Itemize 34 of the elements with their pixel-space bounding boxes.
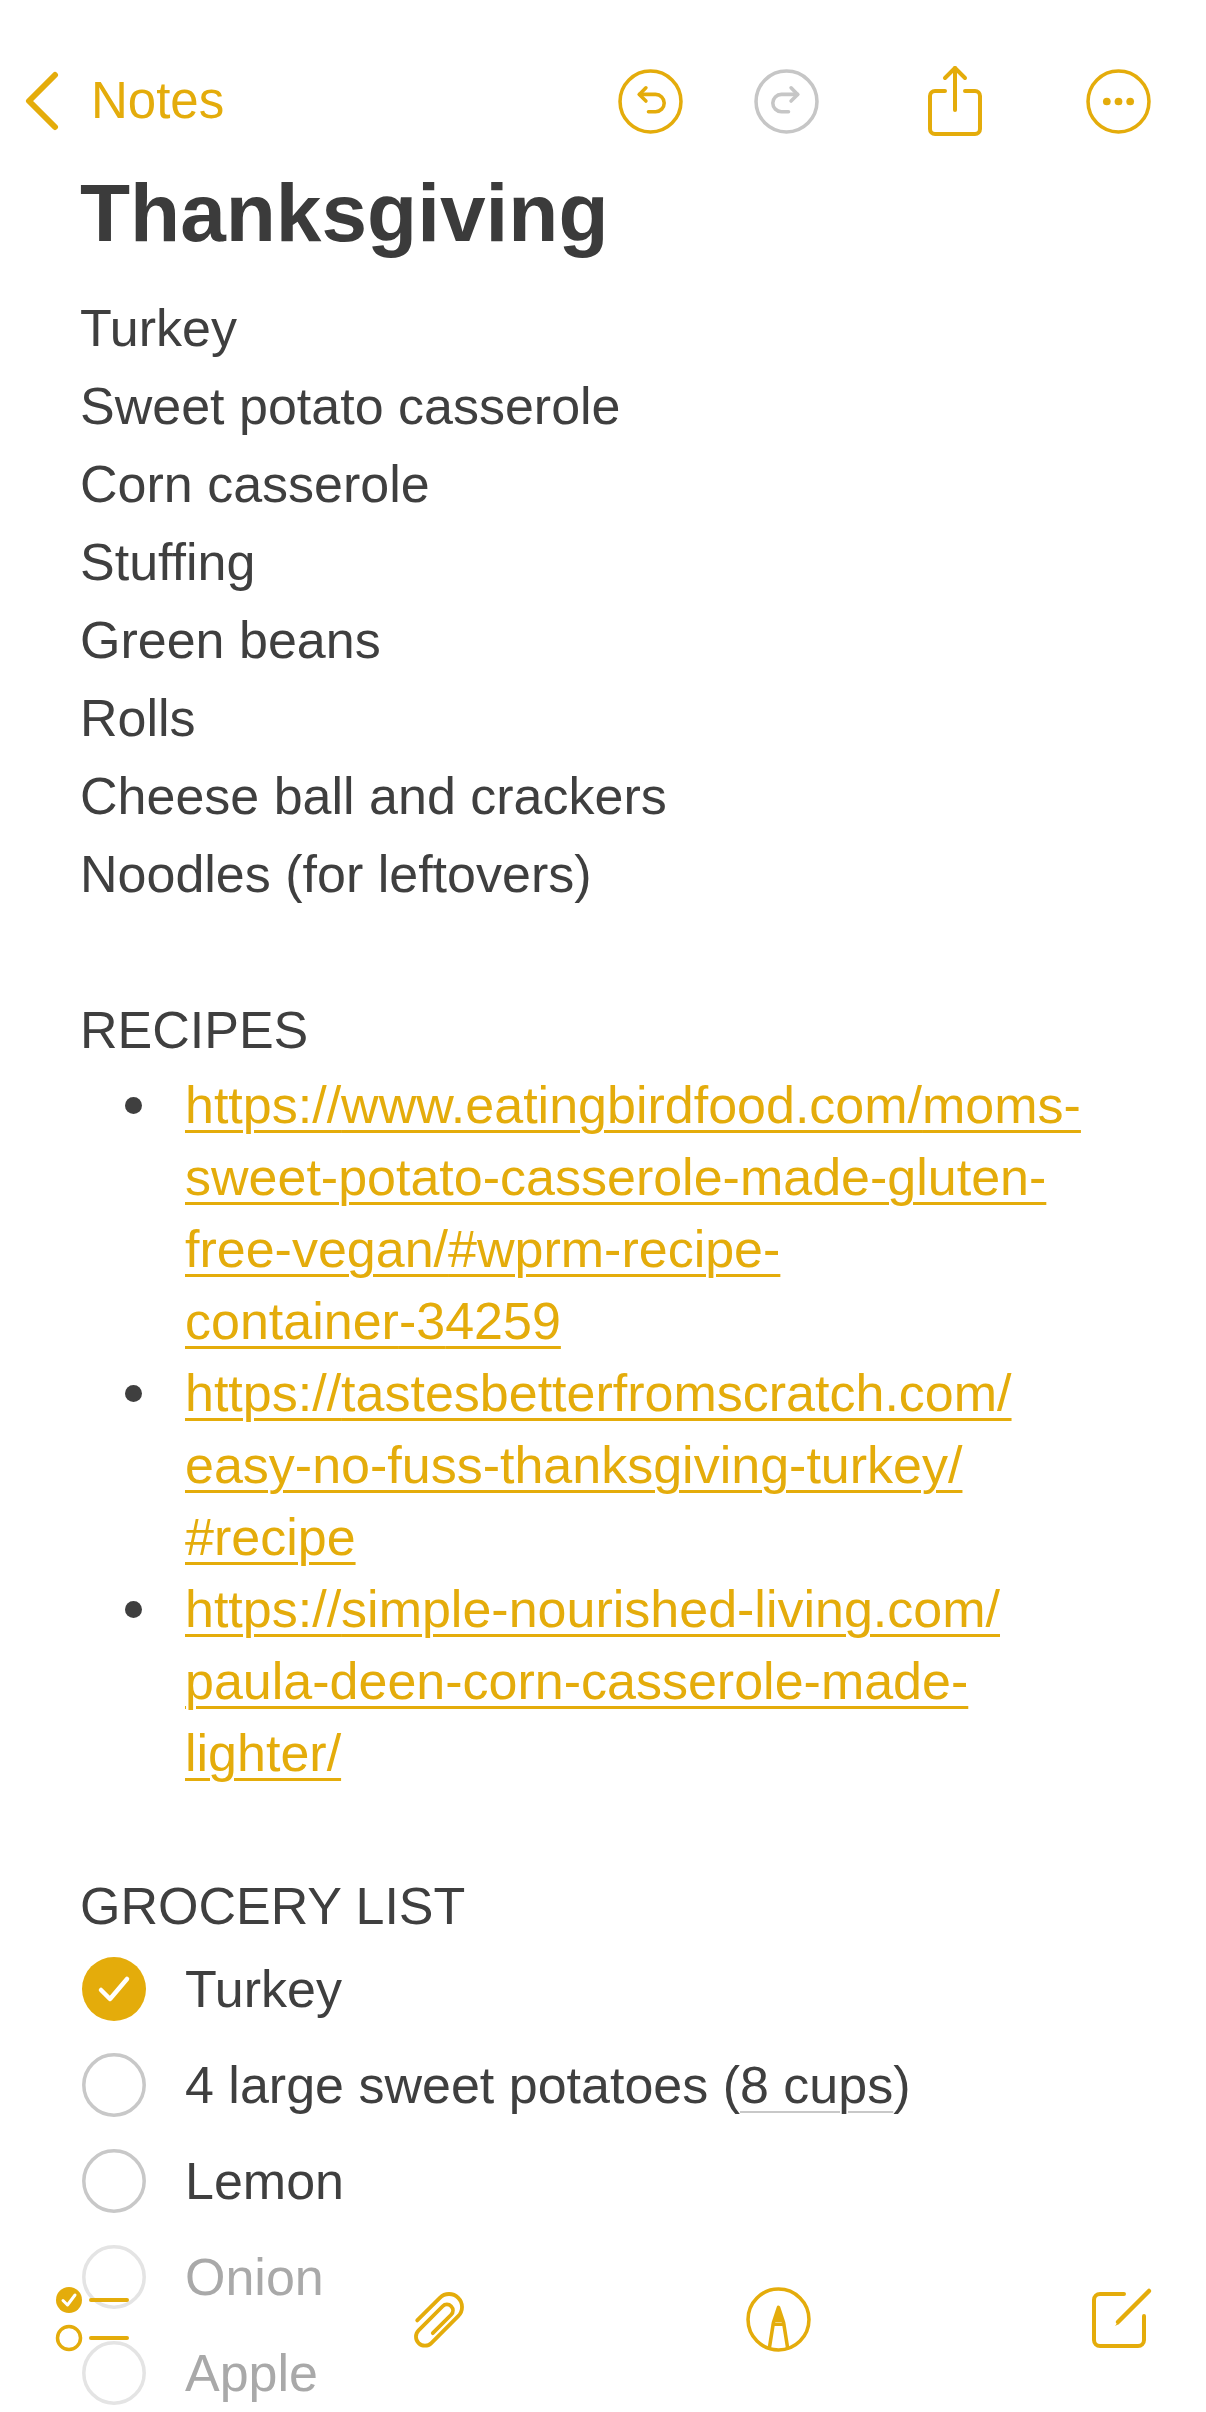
bullet-icon [125,1385,142,1402]
note-text-line: Green beans [80,610,382,671]
note-text-line: Turkey [80,298,238,359]
checklist-item-text: Onion [185,2248,324,2306]
note-text-line: Stuffing [80,532,257,593]
checkbox[interactable] [82,2053,146,2117]
checkbox[interactable] [82,2245,146,2309]
recipe-link[interactable]: https://simple-nourished-living.com/paula-deen-corn-casserole-made-lighter/ [185,1573,1104,1789]
more-icon[interactable] [1086,68,1151,134]
chevron-left-icon [24,71,60,131]
undo-icon[interactable] [618,68,683,134]
checklist-item-text: 4 large sweet potatoes ( [185,2056,740,2114]
checklist-icon[interactable] [55,2285,129,2353]
checkbox[interactable] [82,2341,146,2405]
share-icon[interactable] [926,64,984,138]
pen-circle-icon[interactable] [745,2286,811,2352]
checklist-item-text: Turkey [185,1960,342,2018]
checklist-item-text: Apple [185,2344,318,2402]
bullet-icon [125,1601,142,1618]
checklist-item-text: ) [893,2056,911,2114]
note-title: Thanksgiving [80,166,610,260]
bullet-icon [125,1097,142,1114]
note-text-line: Rolls [80,688,197,749]
checkbox[interactable] [82,1957,146,2021]
back-button[interactable]: Notes [0,70,225,132]
note-text-line: Cheese ball and crackers [80,766,668,827]
section-heading: GROCERY LIST [80,1876,467,1937]
note-text-line: Sweet potato casserole [80,376,622,437]
checkbox[interactable] [82,2149,146,2213]
section-heading: RECIPES [80,1000,310,1061]
note-text-line: Noodles (for leftovers) [80,844,593,905]
unit-link[interactable]: 8 cups [740,2056,894,2114]
note-text-line: Corn casserole [80,454,431,515]
checklist-item-text: Lemon [185,2152,344,2210]
